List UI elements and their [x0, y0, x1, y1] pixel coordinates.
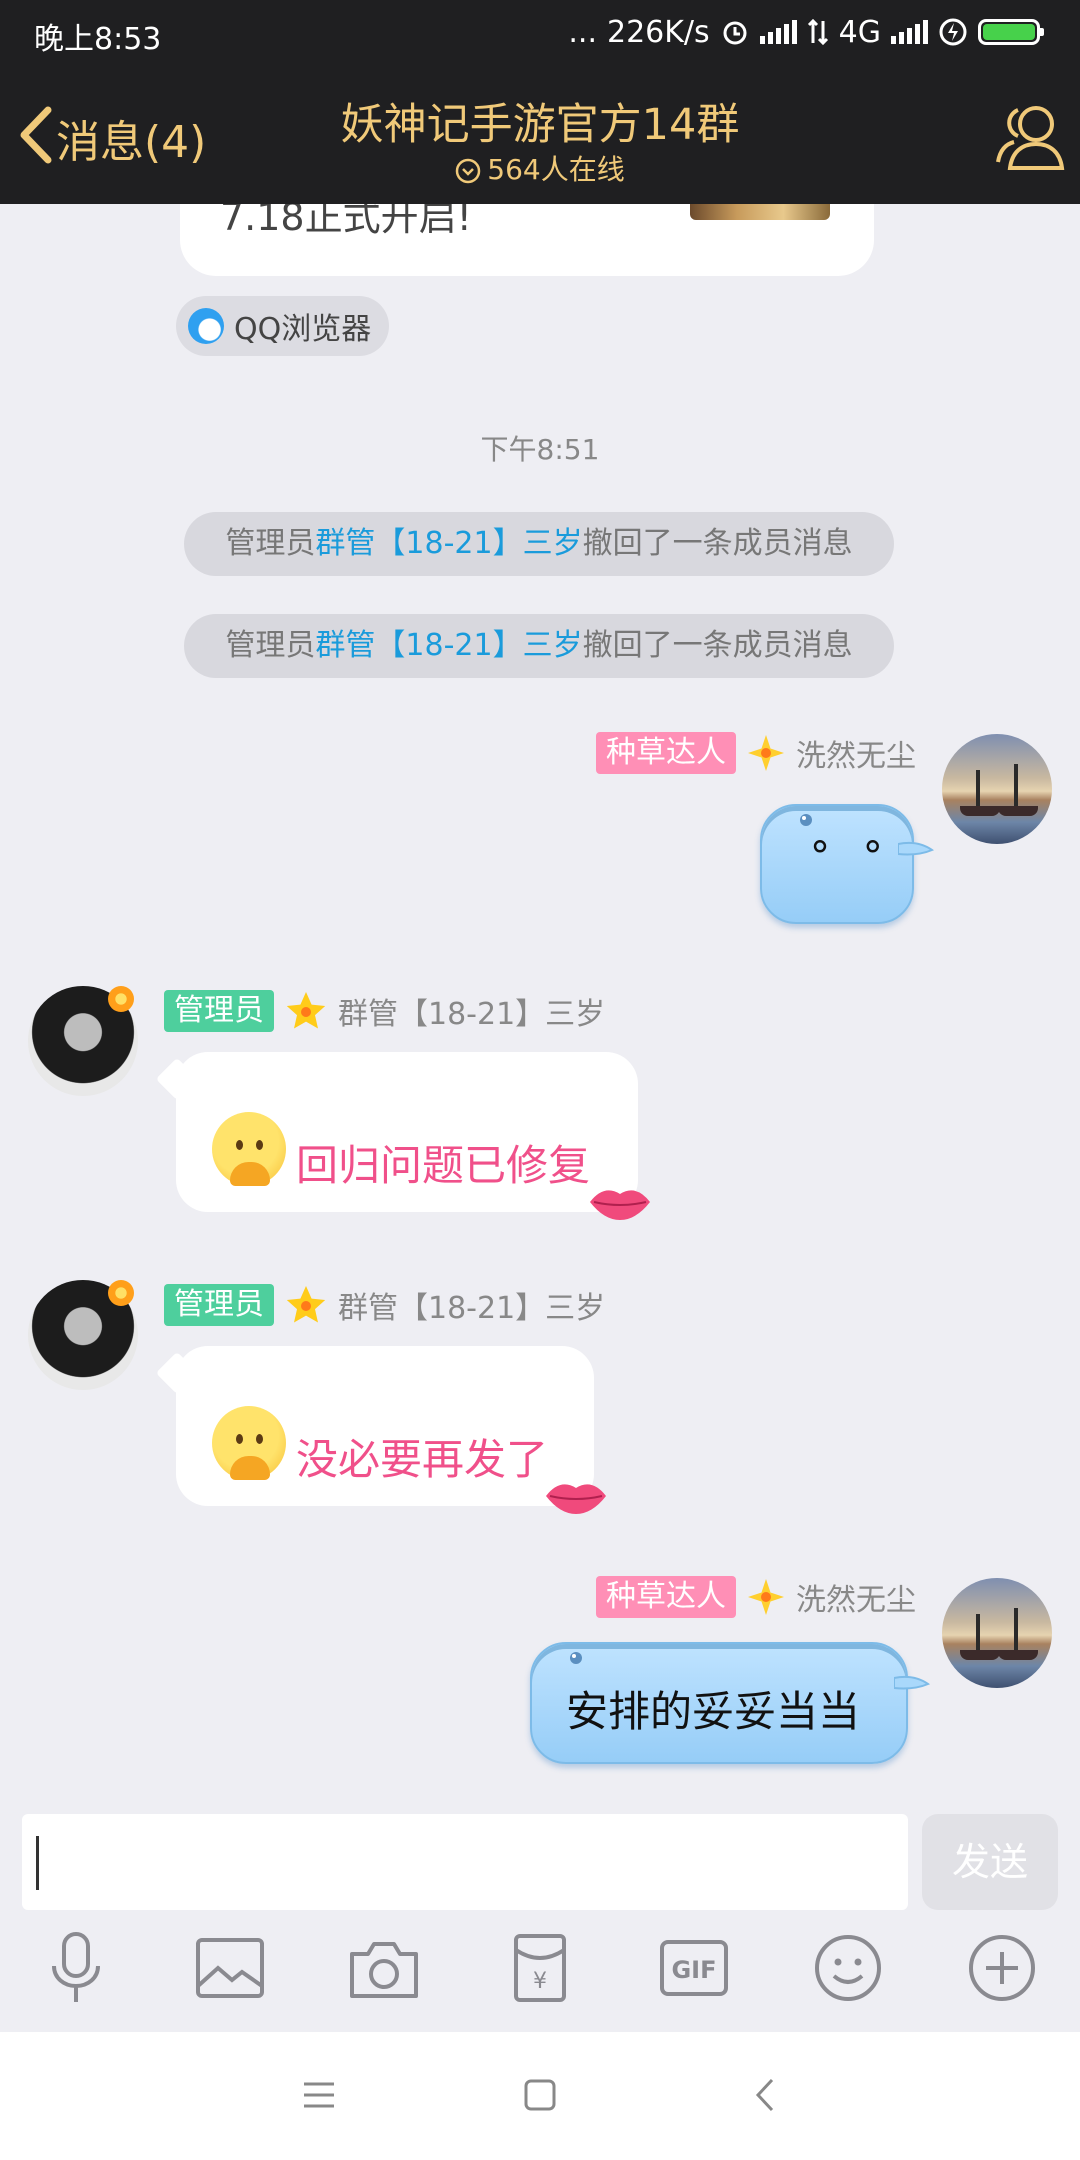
input-toolbar: ¥ GIF [0, 1930, 1080, 2030]
home-icon[interactable] [515, 2070, 565, 2120]
network-type: 4G [838, 14, 881, 50]
notice-prefix: 管理员 [225, 628, 316, 663]
bubble-eye-decor [800, 814, 812, 826]
menu-icon[interactable] [294, 2070, 344, 2120]
wifi-signal-icon [759, 20, 797, 44]
sender-name[interactable]: 群管【18-21】三岁 [338, 989, 605, 1033]
card-source-chip[interactable]: QQ浏览器 [176, 296, 390, 356]
emoji-face-icon [212, 1406, 286, 1480]
notice-suffix: 撤回了一条成员消息 [582, 628, 853, 663]
card-source-label: QQ浏览器 [234, 312, 372, 347]
status-time: 晚上8:53 [34, 22, 162, 57]
card-thumbnail [690, 204, 830, 220]
text-caret [36, 1836, 39, 1890]
red-packet-icon[interactable]: ¥ [502, 1930, 578, 2006]
message-bubble[interactable]: 回归问题已修复 [176, 1052, 638, 1212]
chat-title[interactable]: 妖神记手游官方14群 [0, 90, 1080, 152]
notice-suffix: 撤回了一条成员消息 [582, 526, 853, 561]
online-count-label: 564人在线 [487, 153, 625, 186]
online-count[interactable]: 564人在线 [0, 148, 1080, 188]
message-bubble[interactable]: 没必要再发了 [176, 1346, 594, 1506]
title-badge: 种草达人 [596, 1576, 736, 1618]
message-bubble[interactable]: ° ° [760, 804, 914, 924]
message-input[interactable] [22, 1814, 908, 1910]
system-notice: 管理员群管【18-21】三岁撤回了一条成员消息 [184, 512, 894, 576]
flower-badge-icon [108, 986, 134, 1012]
sender-row: 种草达人 洗然无尘 [596, 1574, 916, 1620]
system-notice: 管理员群管【18-21】三岁撤回了一条成员消息 [184, 614, 894, 678]
svg-text:GIF: GIF [671, 1956, 716, 1984]
message-bubble[interactable]: 安排的妥妥当当 [530, 1642, 908, 1764]
camera-icon[interactable] [346, 1930, 422, 2006]
qq-browser-icon [188, 308, 224, 344]
battery-icon [978, 19, 1044, 45]
navigation-bar [0, 2032, 1080, 2160]
notice-user-link[interactable]: 群管【18-21】三岁 [315, 628, 582, 663]
sender-name[interactable]: 洗然无尘 [796, 731, 916, 775]
flower-badge-icon [108, 1280, 134, 1306]
message-timestamp: 下午8:51 [480, 433, 600, 466]
diamond-star-icon [748, 1579, 784, 1615]
chat-area[interactable]: 7.18正式开启! QQ浏览器 下午8:51 管理员群管【18-21】三岁撤回了… [0, 204, 1080, 1804]
image-icon[interactable] [192, 1930, 268, 2006]
chevron-down-circle-icon [456, 158, 481, 184]
title-badge: 管理员 [164, 1284, 274, 1326]
message-text: 没必要再发了 [296, 1435, 549, 1484]
more-dots: ... [568, 14, 597, 50]
data-arrows-icon [807, 18, 828, 46]
plus-icon[interactable] [964, 1930, 1040, 2006]
notice-user-link[interactable]: 群管【18-21】三岁 [315, 526, 582, 561]
sender-row: 管理员 群管【18-21】三岁 [164, 1282, 605, 1328]
message-text: 回归问题已修复 [296, 1141, 591, 1190]
notice-prefix: 管理员 [225, 526, 316, 561]
microphone-icon[interactable] [38, 1930, 114, 2006]
alarm-icon [723, 21, 747, 45]
top-bar: 晚上8:53 ... 226K/s 4G 消息(4) 妖神记手游官方14群 56… [0, 0, 1080, 204]
emoji-face-icon [212, 1112, 286, 1186]
gif-icon[interactable]: GIF [656, 1930, 732, 2006]
bubble-eye-decor [570, 1652, 582, 1664]
send-button[interactable]: 发送 [922, 1814, 1058, 1910]
status-icons: ... 226K/s 4G [568, 12, 1044, 52]
message-text: ° ° [810, 834, 893, 880]
avatar[interactable] [942, 1578, 1052, 1688]
message-text: 安排的妥妥当当 [566, 1687, 861, 1736]
group-members-icon[interactable] [990, 96, 1070, 176]
cell-signal-icon [891, 20, 928, 44]
title-badge: 管理员 [164, 990, 274, 1032]
star-icon [286, 992, 326, 1029]
sender-row: 种草达人 洗然无尘 [596, 730, 916, 776]
lips-icon [590, 1190, 650, 1220]
charging-icon [939, 18, 967, 46]
card-text: 7.18正式开启! [220, 204, 472, 239]
title-badge: 种草达人 [596, 732, 736, 774]
shared-link-card[interactable]: 7.18正式开启! [180, 204, 874, 276]
sender-row: 管理员 群管【18-21】三岁 [164, 988, 605, 1034]
svg-text:¥: ¥ [533, 1969, 547, 1994]
sender-name[interactable]: 洗然无尘 [796, 1575, 916, 1619]
bubble-tail-decor [894, 1675, 930, 1690]
emoji-icon[interactable] [810, 1930, 886, 2006]
lips-icon [546, 1484, 606, 1514]
star-icon [286, 1286, 326, 1323]
avatar[interactable] [942, 734, 1052, 844]
nav-back-icon[interactable] [742, 2070, 792, 2120]
diamond-star-icon [748, 735, 784, 771]
bubble-tail-decor [898, 841, 934, 856]
network-speed: 226K/s [606, 14, 710, 50]
sender-name[interactable]: 群管【18-21】三岁 [338, 1283, 605, 1327]
